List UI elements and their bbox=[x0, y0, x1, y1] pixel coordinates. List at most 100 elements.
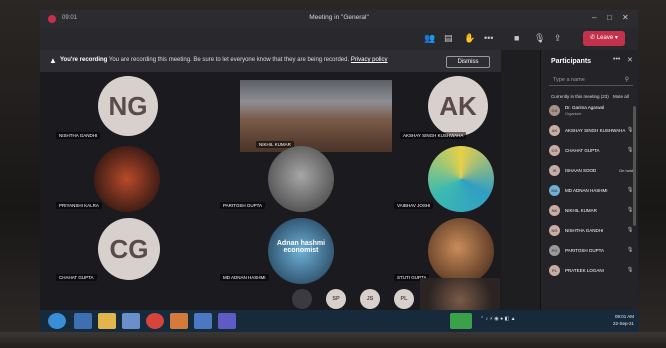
panel-title: Participants bbox=[551, 58, 592, 65]
participant-name: CHAHAT GUPTA bbox=[56, 274, 97, 281]
share-screen-icon[interactable]: ⇪ bbox=[554, 33, 562, 43]
section-label: Currently in this meeting (23) bbox=[551, 94, 609, 99]
chrome-icon[interactable] bbox=[146, 313, 164, 329]
overflow-avatar[interactable]: SP bbox=[326, 289, 346, 309]
battery-icon[interactable] bbox=[450, 313, 472, 329]
microphone-icon[interactable]: 🎙 bbox=[534, 33, 545, 43]
organizer-label: Organizer bbox=[565, 112, 582, 116]
avatar: NG bbox=[98, 76, 158, 136]
participant-tile[interactable]: CG CHAHAT GUPTA bbox=[50, 218, 200, 284]
overflow-avatar[interactable]: PL bbox=[394, 289, 414, 309]
start-icon[interactable] bbox=[48, 313, 66, 329]
search-placeholder: Type a name bbox=[553, 77, 585, 83]
camera-icon[interactable]: ■ bbox=[514, 33, 519, 43]
avatar: CG bbox=[98, 218, 160, 280]
participant-row[interactable]: AK AKSHAY SINGH KUSHWAHA 🎙 bbox=[547, 122, 637, 140]
participant-tile[interactable]: PRIYANSHI KALRA bbox=[50, 146, 200, 212]
participants-icon[interactable]: 👥 bbox=[424, 33, 435, 43]
panel-scrollbar[interactable] bbox=[633, 106, 636, 226]
participant-row[interactable]: IS ISHAAN SOOD On hold bbox=[547, 162, 637, 180]
avatar bbox=[428, 146, 494, 212]
teams-icon[interactable] bbox=[218, 313, 236, 329]
participant-tile[interactable]: AK AKSHAY SINGH KUSHWAHA bbox=[396, 76, 501, 142]
taskbar-clock[interactable]: 09:01 AM 22-Sep-21 bbox=[600, 313, 634, 327]
participant-video[interactable]: NIKHIL KUMAR bbox=[240, 80, 392, 152]
avatar-overlay-text: Adnan hashmi economist bbox=[276, 240, 326, 254]
raise-hand-icon[interactable]: ✋ bbox=[464, 33, 475, 43]
participant-tile[interactable]: VAIBHAV JOSHI bbox=[390, 146, 501, 212]
participant-row[interactable]: PG PARITOSH GUPTA 🎙 bbox=[547, 242, 637, 260]
participant-name: AKSHAY SINGH KUSHWAHA bbox=[565, 128, 626, 133]
participant-search-input[interactable]: Type a name ⚲ bbox=[549, 74, 633, 86]
avatar: IS bbox=[549, 165, 560, 176]
file-explorer-icon[interactable] bbox=[98, 313, 116, 329]
participant-name: NIKHIL KUMAR bbox=[565, 208, 597, 213]
participant-name: MD ADNAN HASHMI bbox=[220, 274, 269, 281]
participant-row[interactable]: CG CHAHAT GUPTA 🎙 bbox=[547, 142, 637, 160]
overflow-avatar[interactable]: JS bbox=[360, 289, 380, 309]
mic-muted-icon: 🎙 bbox=[627, 227, 634, 233]
participant-tile[interactable]: Adnan hashmi economist MD ADNAN HASHMI bbox=[210, 218, 360, 284]
panel-more-icon[interactable]: ••• bbox=[613, 56, 620, 63]
system-tray-icons[interactable]: ⌃ ♪ ⚡ ◉ ● ◧ ▲ bbox=[480, 316, 516, 322]
overflow-avatar[interactable] bbox=[292, 289, 312, 309]
firefox-icon[interactable] bbox=[170, 313, 188, 329]
participant-name: PARITOSH GUPTA bbox=[220, 202, 266, 209]
more-actions-icon[interactable]: ••• bbox=[484, 33, 493, 43]
participant-name: PARITOSH GUPTA bbox=[565, 248, 605, 253]
avatar: PG bbox=[549, 245, 560, 256]
add-person-icon[interactable]: ⚲ bbox=[625, 74, 629, 86]
participant-row[interactable]: NG NISHTHA GANDHI 🎙 bbox=[547, 222, 637, 240]
maximize-icon[interactable]: □ bbox=[607, 13, 612, 22]
avatar bbox=[94, 146, 160, 212]
avatar: MA bbox=[549, 185, 560, 196]
participant-name: PRATEEK LOGANI bbox=[565, 268, 604, 273]
windows-taskbar: ⌃ ♪ ⚡ ◉ ● ◧ ▲ 09:01 AM 22-Sep-21 bbox=[40, 310, 638, 332]
participant-name: PRIYANSHI KALRA bbox=[56, 202, 102, 209]
dismiss-button[interactable]: Dismiss bbox=[446, 56, 490, 68]
privacy-policy-link[interactable]: Privacy policy bbox=[351, 57, 388, 63]
chat-icon[interactable]: ▤ bbox=[444, 33, 453, 43]
participant-row[interactable]: GA Dr. Garima Agarwal Organizer bbox=[547, 102, 637, 120]
window-title: Meeting in "General" bbox=[309, 14, 369, 21]
avatar: GA bbox=[549, 105, 560, 116]
participant-tile[interactable]: NG NISHTHA GANDHI bbox=[50, 76, 200, 142]
participant-name: MD ADNAN HASHMI bbox=[565, 188, 608, 193]
participant-name: Dr. Garima Agarwal bbox=[565, 105, 605, 110]
leave-label: Leave bbox=[596, 35, 614, 41]
avatar: AK bbox=[549, 125, 560, 136]
avatar: NG bbox=[549, 225, 560, 236]
recording-message: You're recording You are recording this … bbox=[60, 57, 388, 63]
minimize-icon[interactable]: – bbox=[592, 13, 596, 22]
app-icon[interactable] bbox=[122, 313, 140, 329]
title-bar: 09:01 Meeting in "General" – □ ✕ bbox=[40, 10, 638, 28]
avatar bbox=[268, 146, 334, 212]
video-stage: NG NISHTHA GANDHI NIKHIL KUMAR AK AKSHAY… bbox=[40, 72, 501, 332]
media-player-icon[interactable] bbox=[74, 313, 92, 329]
participant-name: CHAHAT GUPTA bbox=[565, 148, 600, 153]
avatar: NK bbox=[549, 205, 560, 216]
mute-all-button[interactable]: Mute all bbox=[613, 94, 629, 99]
laptop-bottom-rim bbox=[0, 332, 666, 348]
avatar: PL bbox=[549, 265, 560, 276]
participant-row[interactable]: NK NIKHIL KUMAR 🎙 bbox=[547, 202, 637, 220]
avatar bbox=[428, 218, 494, 284]
participant-tile[interactable]: STUTI GUPTA bbox=[390, 218, 501, 284]
participant-name: VAIBHAV JOSHI bbox=[394, 202, 434, 209]
app-icon[interactable] bbox=[194, 313, 212, 329]
clock-time: 09:01 AM bbox=[614, 314, 634, 319]
meeting-toolbar: 👥 ▤ ✋ ••• ■ 🎙 ⇪ ✆ Leave ▾ bbox=[40, 28, 638, 50]
panel-close-icon[interactable]: ✕ bbox=[627, 56, 633, 64]
participant-tile[interactable]: PARITOSH GUPTA bbox=[210, 146, 360, 212]
avatar: AK bbox=[428, 76, 488, 136]
on-hold-label: On hold bbox=[619, 168, 634, 173]
participant-row[interactable]: MA MD ADNAN HASHMI 🎙 bbox=[547, 182, 637, 200]
warning-icon: ▲ bbox=[49, 56, 57, 65]
participant-name: ISHAAN SOOD bbox=[565, 168, 597, 173]
leave-button[interactable]: ✆ Leave ▾ bbox=[583, 31, 625, 46]
mic-muted-icon: 🎙 bbox=[627, 267, 634, 273]
close-window-icon[interactable]: ✕ bbox=[622, 13, 629, 22]
mic-muted-icon: 🎙 bbox=[627, 247, 634, 253]
participant-row[interactable]: PL PRATEEK LOGANI 🎙 bbox=[547, 262, 637, 280]
teams-window: 09:01 Meeting in "General" – □ ✕ 👥 ▤ ✋ •… bbox=[40, 10, 638, 332]
